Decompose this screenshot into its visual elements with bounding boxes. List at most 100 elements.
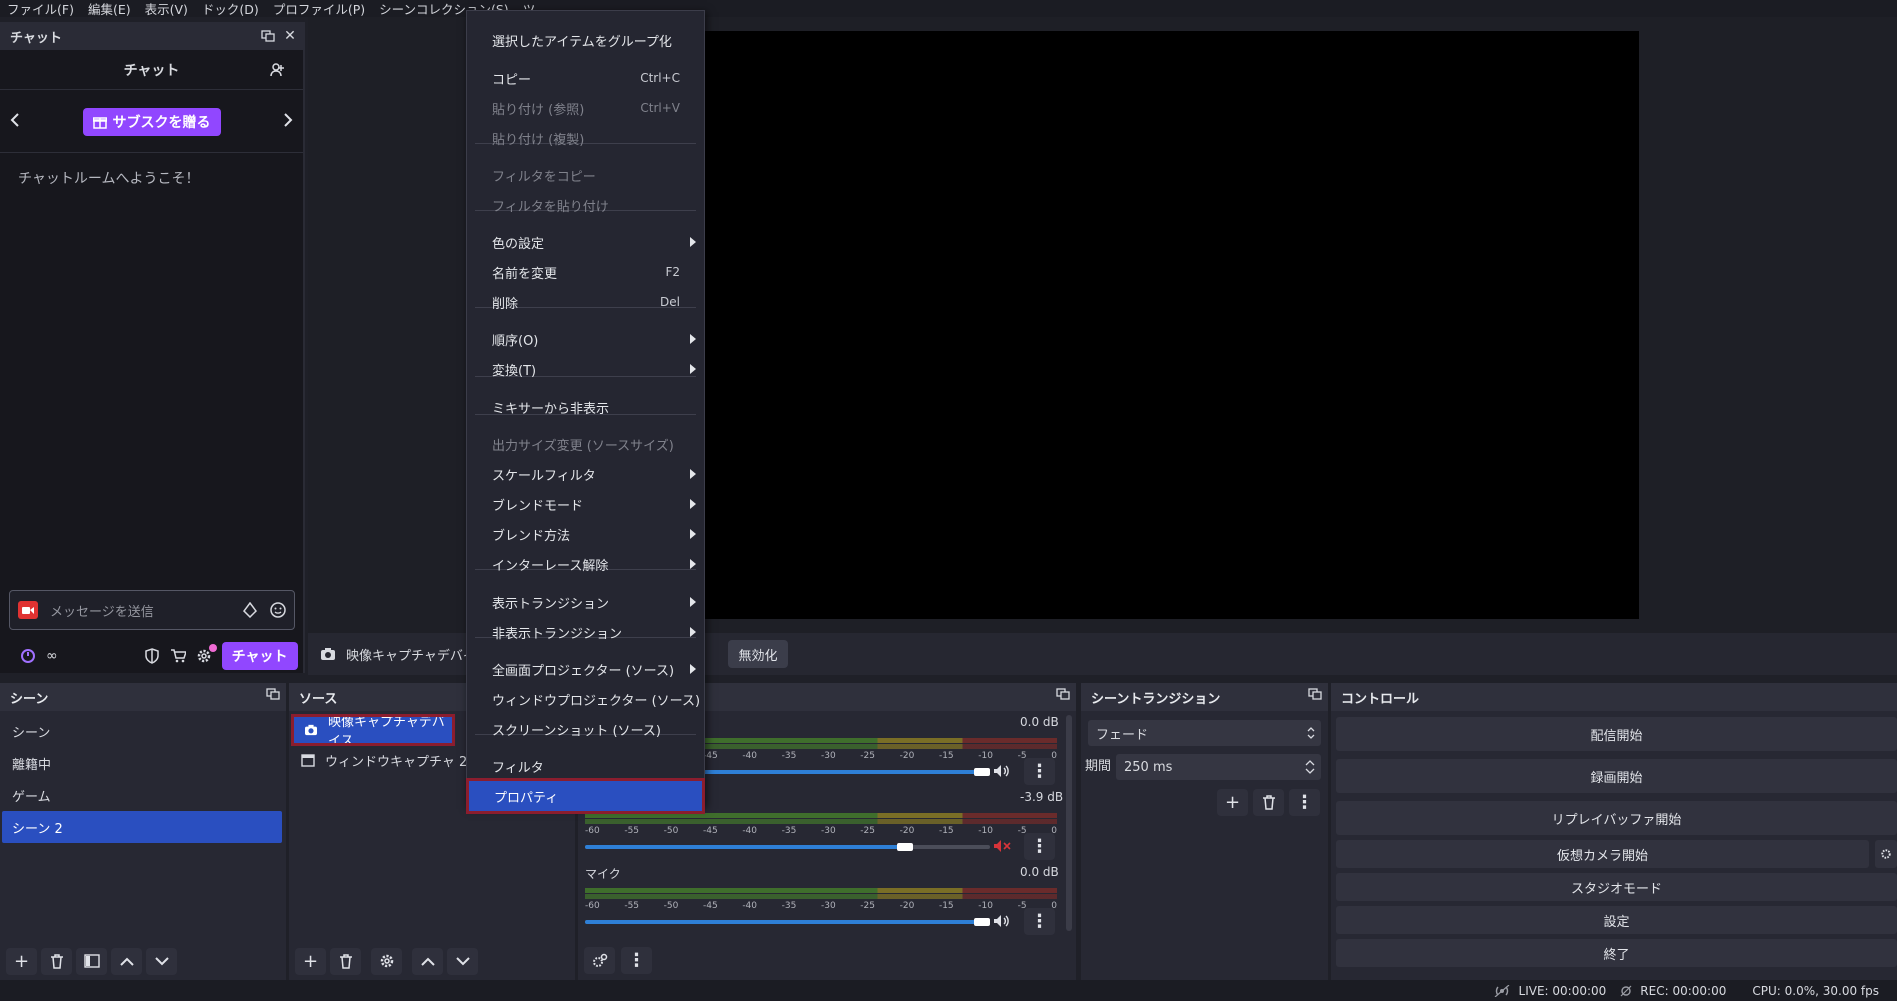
chevron-down-icon[interactable] xyxy=(146,947,177,975)
cm-filters[interactable]: フィルタ xyxy=(467,753,704,779)
start-replay-buffer-button[interactable]: リプレイバッファ開始 xyxy=(1336,801,1897,835)
settings-button[interactable]: 設定 xyxy=(1336,906,1897,934)
cm-transform[interactable]: 変換(T) xyxy=(467,356,704,382)
chevron-left-icon[interactable] xyxy=(10,113,20,127)
cm-remove[interactable]: 削除 Del xyxy=(467,289,704,315)
float-icon[interactable] xyxy=(266,688,280,700)
preview-canvas[interactable] xyxy=(705,31,1639,619)
more-icon[interactable]: ⋮ xyxy=(1024,758,1055,785)
chevron-up-icon[interactable] xyxy=(111,947,142,975)
float-icon[interactable] xyxy=(259,27,277,45)
more-icon[interactable]: ⋮ xyxy=(1024,908,1055,935)
submenu-arrow-icon xyxy=(690,237,696,247)
volume-slider-handle[interactable] xyxy=(974,768,990,776)
cm-rename[interactable]: 名前を変更 F2 xyxy=(467,259,704,285)
trash-icon[interactable] xyxy=(330,947,361,975)
chevron-up-icon[interactable] xyxy=(412,947,443,975)
studio-mode-button[interactable]: スタジオモード xyxy=(1336,873,1897,901)
add-scene-button[interactable]: + xyxy=(6,947,37,975)
emote-icon[interactable] xyxy=(270,602,286,618)
menu-docks[interactable]: ドック(D) xyxy=(195,0,266,18)
users-icon[interactable] xyxy=(269,61,287,79)
scene-item[interactable]: 離籍中 xyxy=(2,747,282,779)
cm-deinterlace[interactable]: インターレース解除 xyxy=(467,551,704,577)
trash-icon[interactable] xyxy=(1253,789,1284,816)
scale-tick-label: -35 xyxy=(781,901,797,911)
menu-file[interactable]: ファイル(F) xyxy=(0,0,81,18)
chat-panel-title: チャット xyxy=(123,62,180,79)
submenu-arrow-icon xyxy=(690,559,696,569)
volume-slider-handle[interactable] xyxy=(897,843,913,851)
speaker-muted-icon[interactable] xyxy=(993,839,1011,853)
cm-windowed-projector[interactable]: ウィンドウプロジェクター (ソース) xyxy=(467,686,704,712)
bits-icon[interactable] xyxy=(242,602,258,618)
start-streaming-button[interactable]: 配信開始 xyxy=(1336,717,1897,751)
cm-hide-in-mixer[interactable]: ミキサーから非表示 xyxy=(467,394,704,420)
cm-set-color[interactable]: 色の設定 xyxy=(467,229,704,255)
more-icon[interactable]: ⋮ xyxy=(1289,789,1320,816)
submenu-arrow-icon xyxy=(690,334,696,344)
cm-hide-transition[interactable]: 非表示トランジション xyxy=(467,619,704,645)
scene-item[interactable]: ゲーム xyxy=(2,779,282,811)
more-icon[interactable]: ⋮ xyxy=(621,947,652,974)
mixer-scrollbar[interactable] xyxy=(1066,715,1072,931)
chevron-down-icon[interactable] xyxy=(447,947,478,975)
points-icon[interactable] xyxy=(20,648,36,664)
filter-icon[interactable] xyxy=(76,947,107,975)
transition-select[interactable]: フェード xyxy=(1088,720,1321,746)
advanced-audio-icon[interactable] xyxy=(584,947,615,974)
disable-button[interactable]: 無効化 xyxy=(728,640,788,668)
scene-item-selected[interactable]: シーン 2 xyxy=(2,811,282,843)
gear-icon[interactable] xyxy=(196,644,217,664)
chevron-right-icon[interactable] xyxy=(283,113,293,127)
close-icon[interactable]: ✕ xyxy=(281,27,299,45)
cm-order[interactable]: 順序(O) xyxy=(467,326,704,352)
add-source-button[interactable]: + xyxy=(295,947,326,975)
chat-send-button[interactable]: チャット xyxy=(221,642,298,670)
float-icon[interactable] xyxy=(1056,688,1070,700)
menu-item-label: ミキサーから非表示 xyxy=(492,401,610,417)
cm-show-transition[interactable]: 表示トランジション xyxy=(467,589,704,615)
add-transition-button[interactable]: + xyxy=(1217,789,1248,816)
gift-sub-button[interactable]: サブスクを贈る xyxy=(82,107,221,136)
source-item-selected[interactable]: 映像キャプチャデバイス xyxy=(291,714,455,749)
speaker-icon[interactable] xyxy=(993,914,1011,928)
more-icon[interactable]: ⋮ xyxy=(1024,833,1055,860)
float-icon[interactable] xyxy=(1308,688,1322,700)
mixer-channel-db: -3.9 dB xyxy=(1020,790,1064,804)
scene-item[interactable]: シーン xyxy=(2,715,282,747)
menu-item-label: スケールフィルタ xyxy=(492,468,596,484)
cm-properties[interactable]: プロパティ xyxy=(466,778,705,814)
start-recording-button[interactable]: 録画開始 xyxy=(1336,759,1897,793)
cm-copy[interactable]: コピー Ctrl+C xyxy=(467,65,704,91)
virtual-camera-settings-icon[interactable] xyxy=(1875,840,1897,868)
cm-blend-method[interactable]: ブレンド方法 xyxy=(467,521,704,547)
speaker-icon[interactable] xyxy=(993,764,1011,778)
duration-spinbox[interactable]: 250 ms xyxy=(1116,754,1321,780)
scale-tick-label: -30 xyxy=(820,826,836,836)
shield-icon[interactable] xyxy=(144,648,160,664)
chat-dock-title: チャット xyxy=(10,30,62,46)
menu-view[interactable]: 表示(V) xyxy=(138,0,195,18)
start-virtual-camera-button[interactable]: 仮想カメラ開始 xyxy=(1336,840,1869,868)
submenu-arrow-icon xyxy=(690,597,696,607)
cm-fullscreen-projector[interactable]: 全画面プロジェクター (ソース) xyxy=(467,656,704,682)
trash-icon[interactable] xyxy=(41,947,72,975)
cm-scale-filter[interactable]: スケールフィルタ xyxy=(467,461,704,487)
spin-arrows-icon[interactable] xyxy=(1305,759,1315,775)
cm-blend-mode[interactable]: ブレンドモード xyxy=(467,491,704,517)
exit-button[interactable]: 終了 xyxy=(1336,939,1897,967)
cm-screenshot[interactable]: スクリーンショット (ソース) xyxy=(467,716,704,742)
scale-tick-label: -40 xyxy=(742,826,758,836)
menu-profile[interactable]: プロファイル(P) xyxy=(266,0,372,18)
cm-paste-reference: 貼り付け (参照) Ctrl+V xyxy=(467,95,704,121)
gear-icon[interactable] xyxy=(371,947,402,975)
chat-message-input[interactable]: メッセージを送信 xyxy=(9,590,295,630)
volume-slider-handle[interactable] xyxy=(974,918,990,926)
cart-icon[interactable] xyxy=(170,648,186,664)
sources-toolbar: + xyxy=(289,942,478,980)
menu-edit[interactable]: 編集(E) xyxy=(81,0,138,18)
scale-tick-label: -10 xyxy=(978,751,993,761)
cm-group-selected[interactable]: 選択したアイテムをグループ化 xyxy=(467,27,704,53)
menu-shortcut: Ctrl+V xyxy=(640,101,680,115)
